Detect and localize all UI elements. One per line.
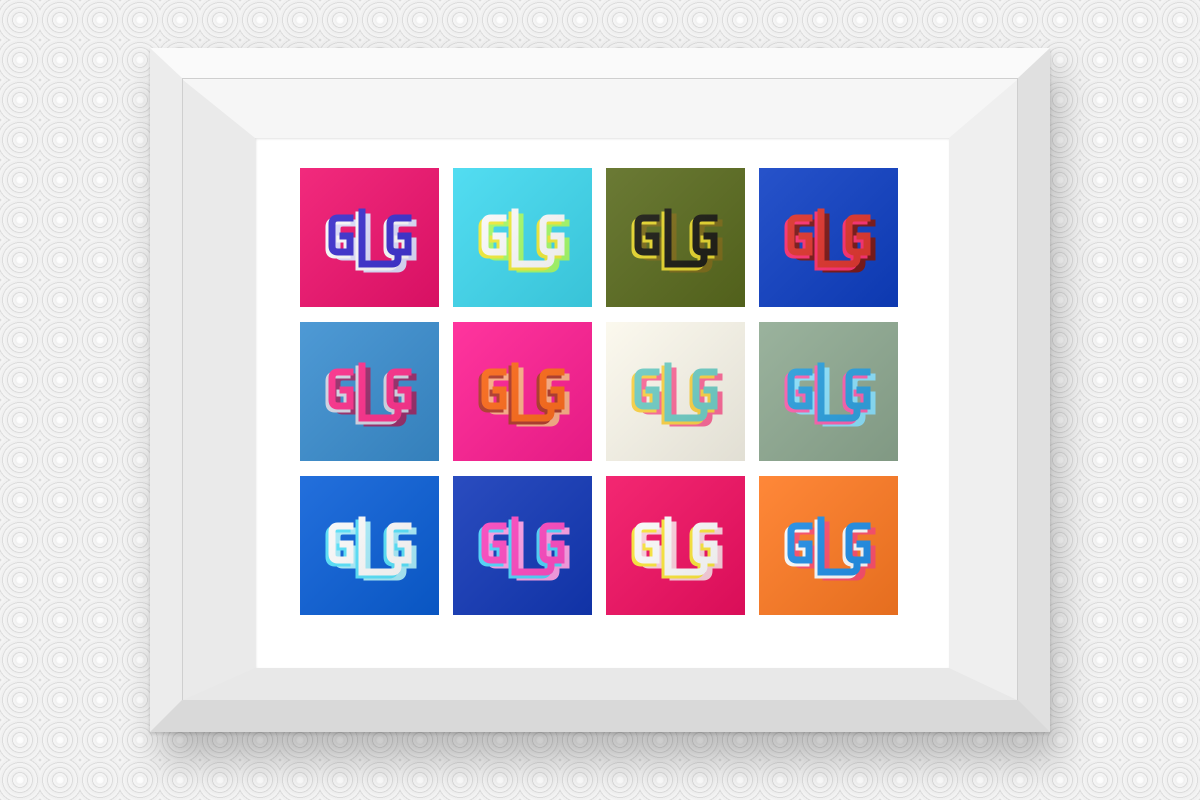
- glg-logo-icon: [325, 208, 417, 273]
- logo-tile: [453, 476, 592, 615]
- logo-tile: [759, 168, 898, 307]
- logo-tile: [759, 476, 898, 615]
- logo-tile: [300, 476, 439, 615]
- logo-tile: [300, 168, 439, 307]
- glg-logo-icon: [478, 208, 570, 273]
- glg-logo-icon: [631, 208, 723, 273]
- logo-tile: [453, 168, 592, 307]
- glg-logo-icon: [478, 362, 570, 427]
- logo-tile: [606, 476, 745, 615]
- logo-tile: [606, 322, 745, 461]
- glg-logo-icon: [784, 516, 876, 581]
- glg-logo-icon: [325, 516, 417, 581]
- logo-tile: [759, 322, 898, 461]
- glg-logo-icon: [325, 362, 417, 427]
- logo-tile: [300, 322, 439, 461]
- logo-tile: [453, 322, 592, 461]
- glg-logo-icon: [631, 516, 723, 581]
- artwork-mat: [255, 138, 949, 668]
- logo-tile: [606, 168, 745, 307]
- glg-logo-icon: [631, 362, 723, 427]
- glg-logo-icon: [784, 362, 876, 427]
- glg-logo-icon: [784, 208, 876, 273]
- glg-logo-icon: [478, 516, 570, 581]
